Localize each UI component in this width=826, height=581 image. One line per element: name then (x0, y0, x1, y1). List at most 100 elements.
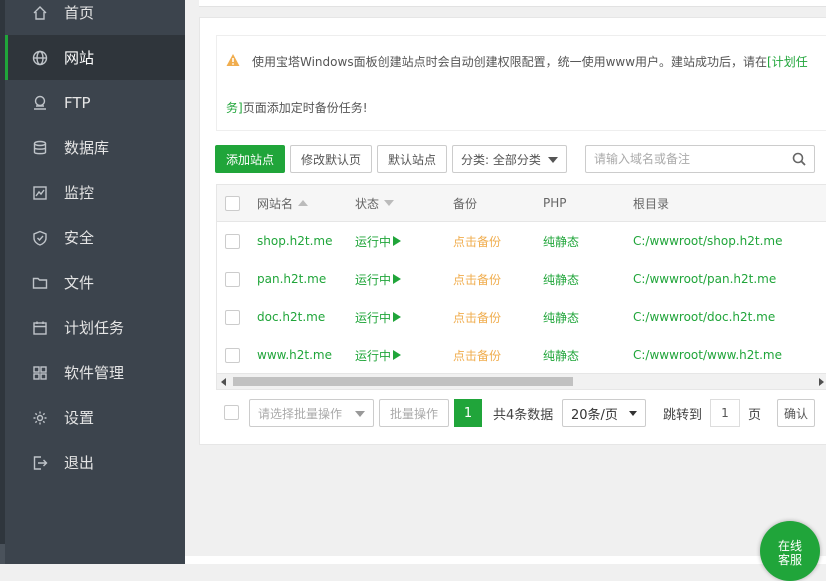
gear-icon (32, 410, 48, 426)
php-version-link[interactable]: 纯静态 (543, 298, 579, 336)
sidebar-item-software[interactable]: 软件管理 (5, 350, 185, 395)
search-input[interactable] (586, 146, 792, 172)
sidebar-item-label: 首页 (64, 4, 95, 22)
batch-select-value: 请选择批量操作 (258, 406, 343, 421)
header-status[interactable]: 状态 (355, 185, 395, 221)
row-checkbox[interactable] (225, 272, 240, 287)
footer-select-all-checkbox[interactable] (224, 405, 239, 420)
search-icon[interactable] (792, 152, 806, 166)
sidebar-item-cron[interactable]: 计划任务 (5, 305, 185, 350)
root-dir-link[interactable]: C:/wwwroot/shop.h2t.me (633, 222, 782, 260)
calendar-icon (32, 320, 48, 336)
status-toggle[interactable]: 运行中 (355, 222, 402, 260)
backup-link[interactable]: 点击备份 (453, 222, 501, 260)
site-name-link[interactable]: pan.h2t.me (257, 260, 326, 298)
notice-line-1: 使用宝塔Windows面板创建站点时会自动创建权限配置，统一使用www用户。建站… (252, 53, 808, 70)
shield-icon (32, 230, 48, 246)
php-version-link[interactable]: 纯静态 (543, 222, 579, 260)
scrollbar-thumb[interactable] (233, 377, 573, 386)
root-dir-link[interactable]: C:/wwwroot/www.h2t.me (633, 336, 782, 374)
site-name-link[interactable]: shop.h2t.me (257, 222, 332, 260)
add-site-button[interactable]: 添加站点 (215, 145, 285, 173)
search-box (585, 145, 815, 173)
database-icon (32, 140, 48, 156)
table-header: 网站名 状态 备份 PHP 根目录 (217, 185, 826, 222)
batch-operation-select[interactable]: 请选择批量操作 (249, 399, 374, 427)
row-checkbox[interactable] (225, 234, 240, 249)
status-toggle[interactable]: 运行中 (355, 336, 402, 374)
play-icon (393, 236, 402, 246)
folder-icon (32, 275, 48, 291)
php-version-link[interactable]: 纯静态 (543, 260, 579, 298)
site-table: 网站名 状态 备份 PHP 根目录 shop.h2t.me 运行中 点击备份 纯… (216, 184, 826, 390)
table-row: pan.h2t.me 运行中 点击备份 纯静态 C:/wwwroot/pan.h… (217, 260, 826, 299)
status-text: 运行中 (355, 234, 392, 249)
jump-page-input[interactable]: 1 (710, 399, 740, 427)
status-toggle[interactable]: 运行中 (355, 260, 402, 298)
table-row: shop.h2t.me 运行中 点击备份 纯静态 C:/wwwroot/shop… (217, 222, 826, 261)
sidebar-item-ftp[interactable]: FTP (5, 80, 185, 125)
play-icon (393, 350, 402, 360)
online-service-button[interactable]: 在线 客服 (760, 521, 820, 581)
sidebar-item-home[interactable]: 首页 (5, 0, 185, 35)
sidebar-item-label: 退出 (64, 454, 95, 472)
backup-link[interactable]: 点击备份 (453, 336, 501, 374)
jump-to-label: 跳转到 (663, 407, 703, 423)
sidebar-item-website[interactable]: 网站 (5, 35, 185, 80)
edit-default-page-button[interactable]: 修改默认页 (290, 145, 372, 173)
row-checkbox[interactable] (225, 348, 240, 363)
chevron-down-icon (355, 411, 365, 417)
sidebar: 首页 网站 FTP 数据库 监控 安全 文件 计划任务 软件管理 设置 退出 (0, 0, 185, 564)
select-all-checkbox[interactable] (225, 195, 240, 211)
php-version-link[interactable]: 纯静态 (543, 336, 579, 374)
sidebar-item-settings[interactable]: 设置 (5, 395, 185, 440)
table-row: www.h2t.me 运行中 点击备份 纯静态 C:/wwwroot/www.h… (217, 336, 826, 375)
sidebar-item-label: FTP (64, 93, 91, 112)
online-service-label-2: 客服 (777, 553, 802, 567)
sidebar-item-label: 设置 (64, 409, 95, 427)
sidebar-item-label: 安全 (64, 229, 95, 247)
notice-text: 使用宝塔Windows面板创建站点时会自动创建权限配置，统一使用www用户。建站… (252, 55, 768, 69)
per-page-value: 20条/页 (571, 407, 618, 423)
sort-desc-icon (384, 200, 395, 206)
chevron-down-icon (548, 157, 558, 163)
horizontal-scrollbar[interactable] (217, 373, 826, 389)
header-checkbox-cell (225, 185, 240, 221)
site-name-link[interactable]: www.h2t.me (257, 336, 332, 374)
cron-link-continued[interactable]: 务] (226, 101, 243, 115)
root-dir-link[interactable]: C:/wwwroot/pan.h2t.me (633, 260, 776, 298)
pagination-current-page[interactable]: 1 (454, 399, 482, 427)
play-icon (393, 312, 402, 322)
site-panel: 使用宝塔Windows面板创建站点时会自动创建权限配置，统一使用www用户。建站… (199, 17, 826, 445)
sidebar-item-files[interactable]: 文件 (5, 260, 185, 305)
sidebar-item-logout[interactable]: 退出 (5, 440, 185, 485)
globe-icon (32, 50, 48, 66)
bottom-panel-edge (185, 556, 826, 564)
sidebar-item-security[interactable]: 安全 (5, 215, 185, 260)
category-select-value: 分类: 全部分类 (461, 152, 541, 167)
pagination-total: 共4条数据 (493, 407, 554, 423)
sidebar-item-label: 文件 (64, 274, 95, 292)
status-toggle[interactable]: 运行中 (355, 298, 402, 336)
warning-icon (226, 54, 240, 66)
backup-link[interactable]: 点击备份 (453, 260, 501, 298)
sidebar-item-database[interactable]: 数据库 (5, 125, 185, 170)
sort-asc-icon (298, 200, 309, 206)
site-name-link[interactable]: doc.h2t.me (257, 298, 325, 336)
root-dir-link[interactable]: C:/wwwroot/doc.h2t.me (633, 298, 775, 336)
default-site-button[interactable]: 默认站点 (377, 145, 447, 173)
jump-confirm-button[interactable]: 确认 (777, 399, 815, 427)
backup-link[interactable]: 点击备份 (453, 298, 501, 336)
scroll-right-icon[interactable] (819, 378, 824, 386)
batch-operation-button[interactable]: 批量操作 (379, 399, 449, 427)
cron-link[interactable]: [计划任 (767, 55, 808, 69)
sidebar-item-monitor[interactable]: 监控 (5, 170, 185, 215)
header-name-label: 网站名 (257, 196, 294, 211)
per-page-select[interactable]: 20条/页 (562, 399, 646, 427)
notice-text-2: 页面添加定时备份任务! (242, 101, 368, 115)
scroll-left-icon[interactable] (221, 378, 226, 386)
header-name[interactable]: 网站名 (257, 185, 309, 221)
row-checkbox[interactable] (225, 310, 240, 325)
page-unit-label: 页 (748, 407, 762, 423)
category-select[interactable]: 分类: 全部分类 (452, 145, 567, 173)
